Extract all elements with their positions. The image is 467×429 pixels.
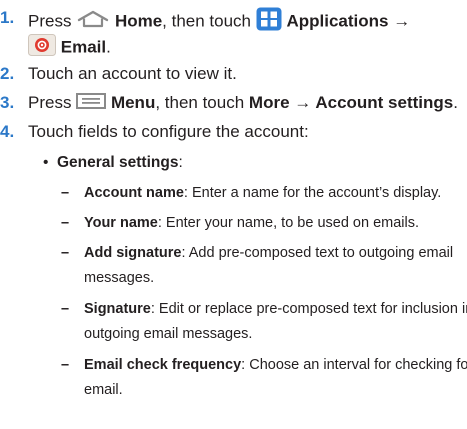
email-app-icon (28, 34, 56, 62)
step-number: 1. (0, 8, 15, 27)
step-text: Press (28, 93, 72, 112)
setting-item-signature: – Signature: Edit or replace pre-compose… (61, 296, 467, 322)
applications-label: Applications → (286, 11, 411, 31)
item-label: Email check frequency (84, 357, 242, 373)
item-desc: : Choose an interval for checking for (241, 357, 467, 373)
item-label: Your name (84, 215, 158, 231)
dash: – (61, 215, 70, 231)
item-label: Account name (84, 185, 184, 201)
bullet: • (43, 154, 49, 171)
setting-item-email-check-frequency: – Email check frequency: Choose an inter… (61, 352, 467, 378)
step-text: , then touch (162, 11, 252, 31)
home-icon (76, 10, 110, 34)
step-number: 2. (0, 64, 15, 83)
step-text: Touch fields to configure the account: (28, 122, 309, 141)
setting-item-your-name: – Your name: Enter your name, to be used… (61, 210, 461, 236)
setting-item-continuation: outgoing email messages. (84, 326, 253, 342)
instructions-page: 1. Press Home, then touch Applications →… (0, 0, 467, 429)
general-settings-label: General settings (57, 154, 179, 171)
home-label: Home (114, 11, 163, 31)
menu-path: More → Account settings (248, 93, 454, 112)
dash: – (61, 357, 70, 373)
item-desc: : Edit or replace pre-composed text for … (150, 301, 467, 317)
item-desc: : Add pre-composed text to outgoing emai… (181, 245, 454, 261)
step-text: Press (28, 11, 72, 31)
step-number: 3. (0, 93, 15, 112)
step-text: Touch an account to view it. (28, 64, 237, 83)
step-text: , then touch (155, 93, 245, 112)
dash: – (61, 185, 70, 201)
item-label: Add signature (84, 245, 182, 261)
setting-item-continuation: email. (84, 382, 123, 398)
colon: : (178, 154, 183, 171)
setting-item-continuation: messages. (84, 270, 155, 286)
email-label: Email (60, 37, 107, 57)
menu-icon (76, 92, 107, 115)
setting-item-add-signature: – Add signature: Add pre-composed text t… (61, 240, 461, 266)
step-number: 4. (0, 122, 15, 141)
general-settings-heading: • General settings: (43, 152, 183, 174)
item-desc: : Enter a name for the account’s display… (183, 185, 442, 201)
menu-label: Menu (110, 93, 156, 112)
setting-item-account-name: – Account name: Enter a name for the acc… (61, 180, 461, 206)
step-text: . (453, 93, 458, 112)
item-label: Signature (84, 301, 151, 317)
item-desc: : Enter your name, to be used on emails. (157, 215, 420, 231)
dash: – (61, 301, 70, 317)
dash: – (61, 245, 70, 261)
applications-grid-icon (256, 7, 282, 37)
step-text: . (106, 37, 111, 57)
